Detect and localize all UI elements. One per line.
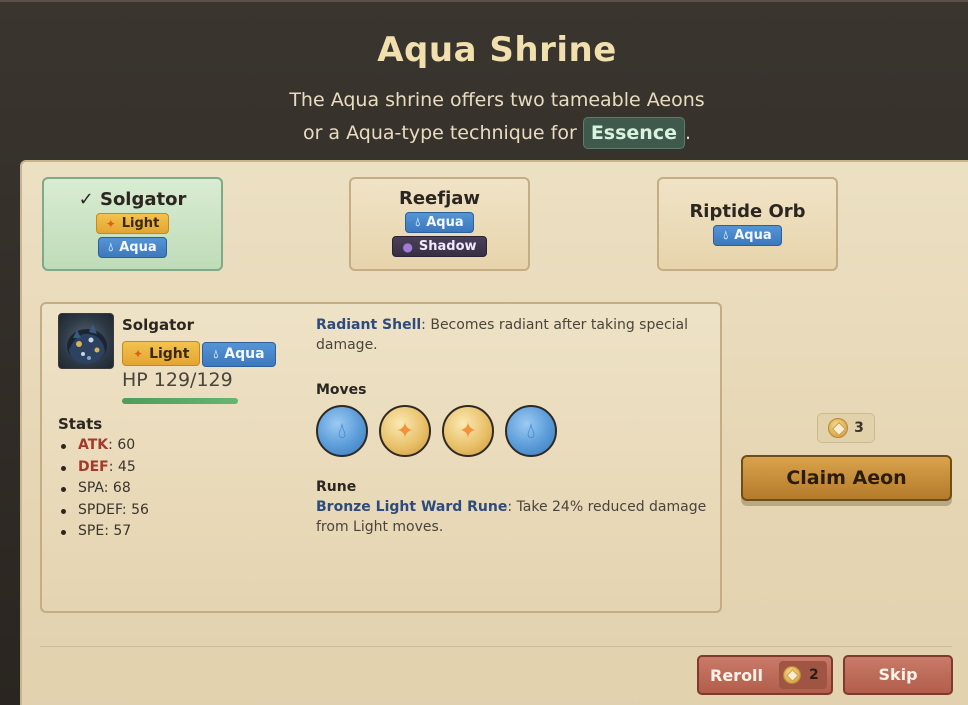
essence-tag: Essence xyxy=(582,117,685,149)
ability-description: Radiant Shell: Becomes radiant after tak… xyxy=(316,315,708,355)
aeon-portrait xyxy=(58,313,114,369)
type-label: Light xyxy=(121,216,160,231)
subtitle-line-2-text: or a Aqua-type technique for xyxy=(302,122,577,144)
stat-value: : 45 xyxy=(108,458,136,475)
type-label: Aqua xyxy=(224,346,265,362)
move-light-icon[interactable]: ✦ xyxy=(442,405,494,457)
rune-name[interactable]: Bronze Light Ward Rune xyxy=(316,499,507,515)
type-label: Light xyxy=(149,345,190,362)
stat-label: SPA xyxy=(78,480,104,496)
type-label: Aqua xyxy=(426,215,464,230)
stat-value: : 56 xyxy=(121,501,149,518)
type-label: Aqua xyxy=(734,228,772,243)
shrine-window: Aqua Shrine The Aqua shrine offers two t… xyxy=(0,0,968,705)
choice-card-riptide-orb[interactable]: Riptide Orb 💧︎ Aqua xyxy=(657,177,838,271)
stat-item: SPA: 68 xyxy=(58,480,149,502)
move-aqua-icon[interactable]: 💧︎ xyxy=(505,405,557,457)
subtitle-line-2: or a Aqua-type technique for Essence. xyxy=(0,117,968,150)
essence-gem-icon xyxy=(783,666,802,684)
type-badge-aqua: 💧︎ Aqua xyxy=(98,237,167,258)
shadow-orb-icon: ● xyxy=(402,239,413,254)
stat-item: ATK: 60 xyxy=(58,437,149,459)
aeon-name: Solgator xyxy=(122,316,194,334)
page-title: Aqua Shrine xyxy=(377,30,617,70)
hp-text: HP 129/129 xyxy=(122,369,233,391)
hp-bar-fill xyxy=(122,398,238,404)
stat-label: SPE xyxy=(78,523,105,539)
stat-label: SPDEF xyxy=(78,501,122,518)
sparkle-icon: ✦ xyxy=(105,216,116,231)
choice-card-reefjaw[interactable]: Reefjaw 💧︎ Aqua ● Shadow xyxy=(349,177,530,271)
type-label: Aqua xyxy=(119,240,157,255)
water-drop-icon: 💧︎ xyxy=(108,240,114,254)
type-badge-light: ✦ Light xyxy=(95,213,170,234)
move-light-icon[interactable]: ✦ xyxy=(379,405,431,457)
choice-name: Reefjaw xyxy=(398,188,481,209)
rune-description: Bronze Light Ward Rune: Take 24% reduced… xyxy=(316,497,716,537)
type-badge-shadow: ● Shadow xyxy=(392,236,487,257)
reroll-cost: 2 xyxy=(809,667,819,683)
subtitle-line-1: The Aqua shrine offers two tameable Aeon… xyxy=(289,89,705,111)
type-label: Shadow xyxy=(418,239,477,254)
water-drop-icon: 💧︎ xyxy=(213,346,219,361)
choice-name: Riptide Orb xyxy=(689,201,806,222)
water-drop-icon: 💧︎ xyxy=(415,215,421,229)
moves-list: 💧︎ ✦ ✦ 💧︎ xyxy=(316,405,568,457)
type-badge-light: ✦ Light xyxy=(122,341,201,366)
stats-list: ATK: 60 DEF: 45 SPA: 68 SPDEF: 56 SPE: 5… xyxy=(58,437,149,545)
type-badge-aqua: 💧︎ Aqua xyxy=(202,341,276,367)
choice-card-solgator[interactable]: ✓ Solgator ✦ Light 💧︎ Aqua xyxy=(42,177,223,271)
move-aqua-icon[interactable]: 💧︎ xyxy=(316,405,368,457)
claim-aeon-button[interactable]: Claim Aeon xyxy=(741,455,952,501)
type-badge-aqua: 💧︎ Aqua xyxy=(713,225,782,246)
page-subtitle: The Aqua shrine offers two tameable Aeon… xyxy=(0,84,968,150)
aeon-types: ✦ Light 💧︎ Aqua xyxy=(122,338,278,367)
stat-item: SPDEF: 56 xyxy=(58,502,149,524)
claim-cost: 3 xyxy=(854,420,864,436)
stats-heading: Stats xyxy=(58,415,103,433)
essence-gem-icon xyxy=(828,418,849,438)
skip-button[interactable]: Skip xyxy=(843,655,953,695)
type-badge-aqua: 💧︎ Aqua xyxy=(405,212,474,233)
stat-label: ATK xyxy=(78,437,109,453)
stat-value: : 60 xyxy=(108,437,136,453)
water-drop-icon: 💧︎ xyxy=(723,228,729,242)
stat-item: SPE: 57 xyxy=(58,523,149,545)
stat-value: : 57 xyxy=(104,523,132,539)
reroll-button[interactable]: Reroll 2 xyxy=(697,655,833,695)
stat-value: : 68 xyxy=(103,480,131,496)
sparkle-icon: ✦ xyxy=(133,346,144,361)
reroll-label: Reroll xyxy=(710,665,764,685)
stat-label: DEF xyxy=(78,458,109,475)
reroll-cost-badge: 2 xyxy=(779,661,827,689)
aeon-details-card: Solgator ✦ Light 💧︎ Aqua HP 129/129 Stats A… xyxy=(40,302,722,613)
rune-heading: Rune xyxy=(316,479,357,495)
ability-name[interactable]: Radiant Shell xyxy=(316,317,421,333)
moves-heading: Moves xyxy=(316,382,367,398)
subtitle-period: . xyxy=(684,122,692,144)
solgator-sprite-icon xyxy=(67,324,107,364)
stat-item: DEF: 45 xyxy=(58,459,149,481)
hp-bar xyxy=(122,398,238,404)
claim-cost-badge: 3 xyxy=(817,413,875,443)
choice-name: ✓ Solgator xyxy=(78,189,187,210)
divider xyxy=(40,646,952,647)
